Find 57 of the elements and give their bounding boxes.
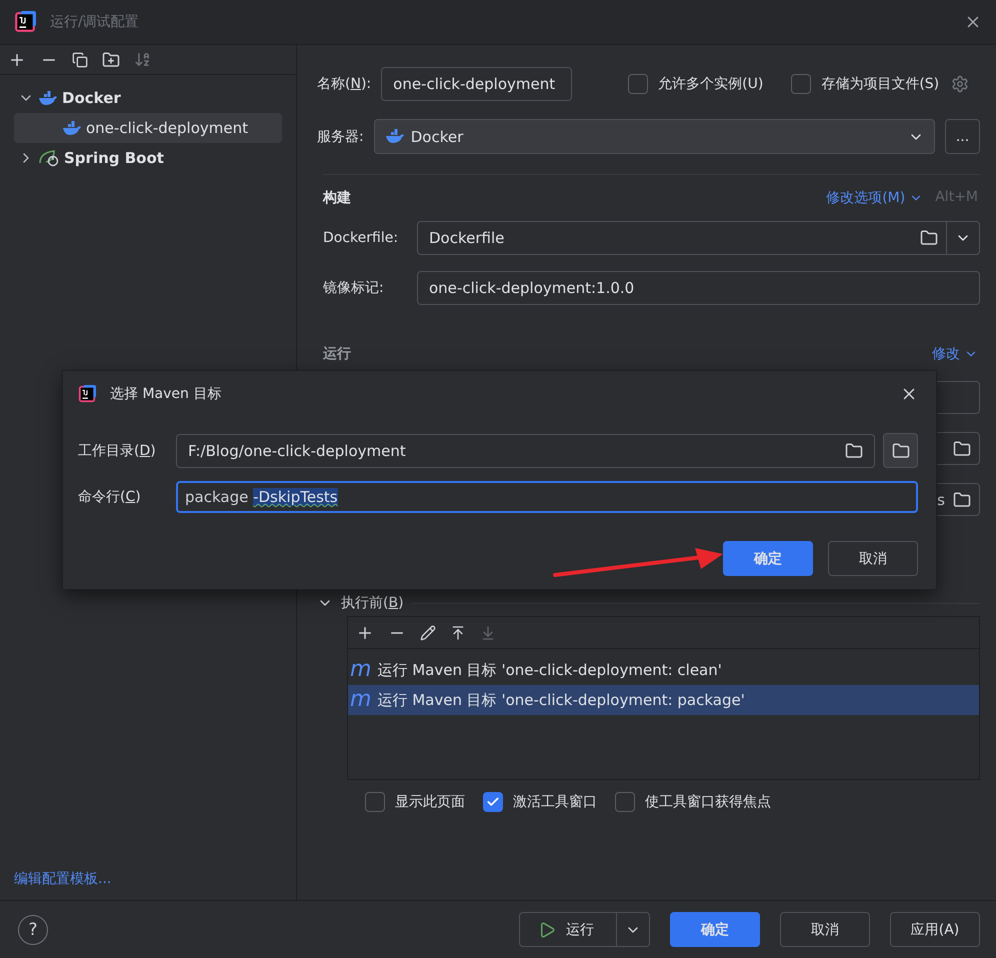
image-tag-label: 镜像标记: [323,279,385,297]
window-title: 运行/调试配置 [50,13,139,31]
section-title: 构建 [323,189,351,207]
command-field[interactable]: package -DskipTests [176,481,918,513]
copy-icon[interactable] [72,52,88,68]
name-field[interactable]: one-click-deployment [381,67,572,101]
option-checkbox[interactable]: 使工具窗口获得焦点 [615,792,771,812]
option-checkbox[interactable]: 允许多个实例(U) [628,74,764,94]
folder-icon [892,442,910,460]
play-icon [538,920,556,938]
new-folder-icon[interactable] [102,50,120,68]
section-title: 运行 [323,345,351,363]
whale-icon [62,120,82,136]
help-button[interactable]: ? [18,914,48,944]
folder-icon[interactable] [953,490,971,508]
workdir-label: 工作目录(D) [78,442,156,458]
option-checkbox[interactable]: 存储为项目文件(S) [791,74,940,94]
dockerfile-label: Dockerfile: [323,230,400,246]
image-tag-field[interactable]: one-click-deployment:1.0.0 [417,271,980,305]
dialog-button[interactable]: 取消 [828,541,918,576]
leaf-icon [38,149,60,167]
shortcut-hint: Alt+M [935,189,978,207]
option-checkbox[interactable]: 激活工具窗口 [483,792,597,812]
move-up-icon[interactable] [450,624,466,640]
server-dropdown[interactable]: Docker [374,119,935,154]
folder-icon[interactable] [845,442,863,460]
folder-icon[interactable] [920,229,938,247]
run-split-button[interactable]: 运行 [519,912,650,947]
before-launch-label: 执行前(B) [341,594,404,612]
task-item[interactable]: m 运行 Maven 目标 'one-click-deployment: package' [348,685,979,715]
command-label: 命令行(C) [78,489,141,505]
task-item[interactable]: m 运行 Maven 目标 'one-click-deployment: clean' [348,655,979,685]
settings-icon[interactable] [951,75,970,93]
more-button[interactable]: ... [945,119,980,154]
edit-icon[interactable] [420,624,436,640]
folder-icon[interactable] [953,440,971,458]
check-icon [486,795,500,809]
option-checkbox[interactable]: 显示此页面 [365,792,465,812]
dockerfile-field[interactable]: Dockerfile [417,221,980,255]
app-logo-icon [14,11,36,33]
browse-button[interactable] [883,433,918,468]
server-label: 服务器: [317,128,364,146]
dialog-button[interactable]: 应用(A) [890,912,980,947]
workdir-field[interactable]: F:/Blog/one-click-deployment [176,434,875,468]
dialog-title: 选择 Maven 目标 [110,385,222,403]
name-label: 名称(N): [317,75,372,93]
tree-item[interactable]: one-click-deployment [14,113,282,143]
tree-item[interactable]: Spring Boot [14,143,282,173]
tree-item[interactable]: Docker [14,83,282,113]
modify-options-link[interactable]: 修改选项(M) [826,189,924,207]
whale-icon [384,129,405,144]
sort-icon[interactable] [134,51,151,68]
whale-icon [38,90,58,106]
dialog-button[interactable]: 取消 [780,912,870,947]
edit-templates-link[interactable]: 编辑配置模板... [0,870,296,900]
modify-link[interactable]: 修改 [932,345,978,363]
app-logo-icon [78,385,96,403]
